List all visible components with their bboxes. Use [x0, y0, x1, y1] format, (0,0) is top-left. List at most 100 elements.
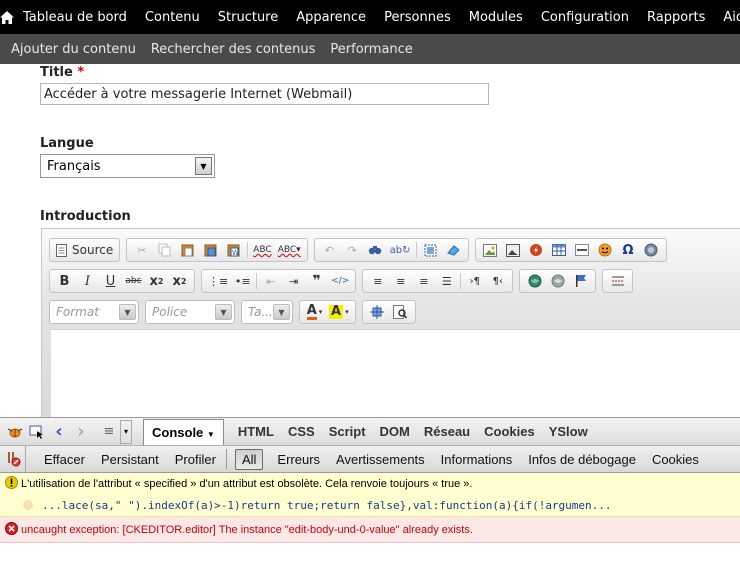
- language-select[interactable]: Français ▼: [40, 154, 215, 178]
- title-input[interactable]: [40, 83, 489, 105]
- menu-item-people[interactable]: Personnes: [375, 10, 460, 25]
- shortcut-add-content[interactable]: Ajouter du contenu: [11, 42, 136, 57]
- basic-styles-group: B I U abc x2 x2: [49, 269, 195, 293]
- justify-icon[interactable]: ☰: [435, 271, 458, 291]
- find-icon[interactable]: [364, 240, 387, 260]
- filter-info[interactable]: Informations: [441, 452, 513, 467]
- tab-console[interactable]: Console ▼: [143, 419, 224, 446]
- indent-icon[interactable]: ⇥: [282, 271, 305, 291]
- filter-all[interactable]: All: [234, 448, 264, 470]
- bold-icon[interactable]: B: [53, 271, 76, 291]
- select-all-icon[interactable]: [419, 240, 442, 260]
- tab-network[interactable]: Réseau: [424, 424, 470, 439]
- paste-icon[interactable]: [176, 240, 199, 260]
- spellcheck-icon[interactable]: ABC: [250, 240, 274, 260]
- menu-item-dashboard[interactable]: Tableau de bord: [14, 10, 136, 25]
- maximize-icon[interactable]: [366, 302, 389, 322]
- link-icon[interactable]: [523, 271, 546, 291]
- strike-icon[interactable]: abc: [122, 271, 145, 291]
- superscript-icon[interactable]: x2: [168, 271, 191, 291]
- align-right-icon[interactable]: ≡: [412, 271, 435, 291]
- anchor-icon[interactable]: [569, 271, 592, 291]
- replace-icon[interactable]: ab↻: [387, 240, 414, 260]
- stack-toggle-icon[interactable]: [22, 499, 34, 511]
- forward-arrow-icon[interactable]: ›: [70, 421, 92, 443]
- menu-item-appearance[interactable]: Apparence: [287, 10, 375, 25]
- tab-html[interactable]: HTML: [238, 424, 274, 439]
- editor-content-area[interactable]: [51, 329, 740, 419]
- text-color-icon[interactable]: A ▾: [303, 302, 326, 322]
- align-center-icon[interactable]: ≡: [389, 271, 412, 291]
- align-left-icon[interactable]: ≡: [366, 271, 389, 291]
- warning-entry[interactable]: L'utilisation de l'attribut « specified …: [0, 473, 740, 517]
- ltr-icon[interactable]: ›¶: [463, 271, 486, 291]
- special-char-icon[interactable]: Ω: [617, 240, 640, 260]
- subscript-icon[interactable]: x2: [145, 271, 168, 291]
- filter-debug[interactable]: Infos de débogage: [528, 452, 636, 467]
- filter-cookies[interactable]: Cookies: [652, 452, 699, 467]
- command-line-icon[interactable]: ≡: [98, 421, 120, 443]
- format-combo[interactable]: Format ▼: [49, 300, 139, 324]
- home-icon[interactable]: [0, 0, 14, 34]
- table-icon[interactable]: [548, 240, 571, 260]
- error-entry[interactable]: uncaught exception: [CKEDITOR.editor] Th…: [0, 517, 740, 543]
- panel-menu-arrow-icon[interactable]: ▾: [120, 419, 132, 444]
- filter-errors[interactable]: Erreurs: [277, 452, 320, 467]
- menu-item-modules[interactable]: Modules: [460, 10, 532, 25]
- menu-item-reports[interactable]: Rapports: [638, 10, 714, 25]
- redo-icon[interactable]: ↷: [341, 240, 364, 260]
- spellcheck-as-you-type-icon[interactable]: ABC▾: [275, 240, 304, 260]
- menu-item-content[interactable]: Contenu: [136, 10, 209, 25]
- image-manager-icon[interactable]: [502, 240, 525, 260]
- horizontal-rule-icon[interactable]: [571, 240, 594, 260]
- unlink-icon[interactable]: [546, 271, 569, 291]
- tab-script[interactable]: Script: [329, 424, 366, 439]
- tab-cookies[interactable]: Cookies: [484, 424, 535, 439]
- firebug-bug-icon[interactable]: [4, 421, 26, 443]
- shortcut-find-content[interactable]: Rechercher des contenus: [151, 42, 316, 57]
- smiley-icon[interactable]: [594, 240, 617, 260]
- tab-css[interactable]: CSS: [288, 424, 315, 439]
- iframe-icon[interactable]: [640, 240, 663, 260]
- italic-icon[interactable]: I: [76, 271, 99, 291]
- background-color-icon[interactable]: A ▾: [326, 302, 352, 322]
- menu-item-help[interactable]: Aide: [714, 10, 740, 25]
- numbered-list-icon[interactable]: ⋮≡: [205, 271, 231, 291]
- rtl-icon[interactable]: ¶‹: [486, 271, 509, 291]
- break-on-errors-icon[interactable]: [0, 446, 26, 472]
- tab-yslow[interactable]: YSlow: [549, 424, 588, 439]
- paste-text-icon[interactable]: [199, 240, 222, 260]
- warning-source-code[interactable]: ...lace(sa," ").indexOf(a)>-1)return tru…: [42, 499, 612, 512]
- flash-icon[interactable]: [525, 240, 548, 260]
- persist-button[interactable]: Persistant: [101, 452, 159, 467]
- source-button[interactable]: Source: [53, 240, 116, 260]
- dropdown-arrow-icon[interactable]: ▼: [195, 157, 212, 175]
- size-combo[interactable]: Ta... ▼: [241, 300, 293, 324]
- back-arrow-icon[interactable]: ‹: [48, 421, 70, 443]
- remove-format-icon[interactable]: [442, 240, 465, 260]
- bulleted-list-icon[interactable]: •≡: [231, 271, 254, 291]
- outdent-icon[interactable]: ⇤: [259, 271, 282, 291]
- inspect-icon[interactable]: [26, 421, 48, 443]
- shortcut-performance[interactable]: Performance: [330, 42, 412, 57]
- paste-word-icon[interactable]: W: [222, 240, 245, 260]
- combo-arrow-icon[interactable]: ▼: [215, 304, 232, 320]
- undo-icon[interactable]: ↶: [318, 240, 341, 260]
- preview-icon[interactable]: [389, 302, 412, 322]
- underline-icon[interactable]: U: [99, 271, 122, 291]
- font-combo[interactable]: Police ▼: [145, 300, 235, 324]
- copy-icon[interactable]: [153, 240, 176, 260]
- tab-dom[interactable]: DOM: [380, 424, 410, 439]
- combo-arrow-icon[interactable]: ▼: [119, 304, 136, 320]
- page-break-icon[interactable]: [606, 271, 629, 291]
- create-div-icon[interactable]: </>: [328, 271, 352, 291]
- combo-arrow-icon[interactable]: ▼: [273, 304, 290, 320]
- menu-item-configuration[interactable]: Configuration: [532, 10, 638, 25]
- filter-warnings[interactable]: Avertissements: [336, 452, 425, 467]
- profile-button[interactable]: Profiler: [175, 452, 216, 467]
- image-icon[interactable]: [479, 240, 502, 260]
- blockquote-icon[interactable]: ❞: [305, 271, 328, 291]
- cut-icon[interactable]: ✂: [130, 240, 153, 260]
- menu-item-structure[interactable]: Structure: [209, 10, 287, 25]
- clear-button[interactable]: Effacer: [44, 452, 85, 467]
